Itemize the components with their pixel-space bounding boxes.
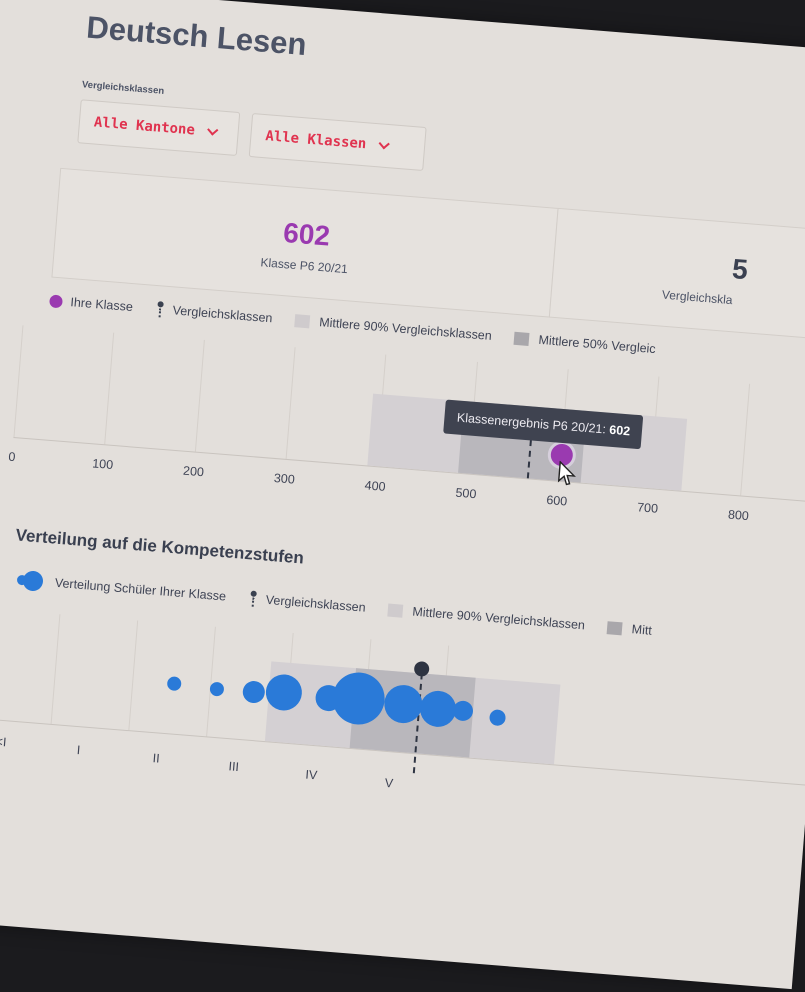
score-tick-label: 700: [636, 500, 659, 516]
legend-mid90-2: Mittlere 90% Vergleichsklassen: [387, 603, 586, 633]
levels-tick-label: I: [76, 743, 81, 758]
legend-mid50-2: Mitt: [606, 620, 652, 638]
legend-students-label: Verteilung Schüler Ihrer Klasse: [54, 575, 227, 604]
score-tick-label: 600: [545, 492, 568, 509]
legend-mid50: Mittlere 50% Vergleic: [513, 331, 656, 356]
legend-compare-2: Vergleichsklassen: [247, 590, 366, 615]
pin-marker-icon: [154, 301, 165, 318]
score-gridline: [195, 339, 206, 452]
score-tick-label: 300: [273, 471, 296, 487]
score-tick-label: 400: [364, 478, 387, 494]
class-select[interactable]: Alle Klassen: [248, 113, 427, 171]
score-tick-label: 0: [7, 449, 16, 465]
class-select-value: Alle Klassen: [264, 128, 367, 153]
legend-compare: Vergleichsklassen: [154, 301, 273, 326]
legend-own-label: Ihre Klasse: [69, 295, 134, 315]
dark-square-icon: [606, 620, 623, 635]
tooltip-value: 602: [608, 422, 631, 439]
legend-mid90: Mittlere 90% Vergleichsklassen: [293, 313, 493, 343]
levels-tick-label: V: [384, 775, 394, 791]
levels-tick-label: II: [152, 751, 161, 766]
levels-tick-label: IV: [304, 767, 318, 783]
tooltip-label: Klassenergebnis P6 20/21:: [456, 410, 607, 437]
chevron-down-icon: [378, 138, 390, 150]
legend-own-class: Ihre Klasse: [49, 293, 133, 314]
score-gridline: [104, 332, 115, 445]
purple-dot-icon: [49, 293, 64, 308]
canton-select[interactable]: Alle Kantone: [77, 99, 241, 156]
score-tick-label: 200: [182, 463, 205, 480]
dark-square-icon: [513, 331, 530, 346]
legend-compare-label: Vergleichsklassen: [172, 303, 273, 326]
compare-score: 5: [731, 253, 750, 286]
legend-compare-label: Vergleichsklassen: [265, 592, 367, 615]
score-gridline: [13, 325, 24, 438]
legend-mid90-label: Mittlere 90% Vergleichsklassen: [318, 315, 493, 343]
light-square-icon: [293, 313, 310, 328]
mouse-cursor-icon: [558, 460, 577, 486]
legend-mid90-label: Mittlere 90% Vergleichsklassen: [411, 604, 586, 633]
page-title: Deutsch Lesen: [85, 9, 308, 63]
levels-gridline: [128, 620, 139, 731]
canton-select-value: Alle Kantone: [93, 114, 196, 139]
levels-tick-label: <I: [0, 734, 7, 750]
levels-gridline: [50, 614, 61, 724]
screen-page: Deutsch Lesen Vergleichsklassen Alle Kan…: [0, 0, 805, 990]
section-title-levels: Verteilung auf die Kompetenzstufen: [14, 525, 305, 568]
blue-dots-icon: [16, 570, 44, 592]
score-tick-label: 800: [727, 507, 750, 524]
filter-label: Vergleichsklassen: [81, 79, 165, 97]
legend-students: Verteilung Schüler Ihrer Klasse: [16, 570, 227, 607]
chevron-down-icon: [207, 124, 219, 136]
legend-mid50-label: Mitt: [631, 622, 653, 638]
legend-mid50-label: Mittlere 50% Vergleic: [538, 332, 657, 357]
levels-chart: <I I II III IV V: [0, 608, 805, 875]
pin-marker-icon: [247, 590, 258, 607]
score-chart: Klassenergebnis P6 20/21: 602 0 100 200 300…: [7, 325, 805, 540]
light-square-icon: [387, 603, 404, 618]
result-card-compare: 5 Vergleichskla: [548, 207, 805, 344]
score-gridline: [285, 347, 296, 459]
compare-score-caption: Vergleichskla: [661, 287, 734, 308]
score-tick-label: 100: [91, 456, 114, 473]
levels-tick-label: III: [228, 759, 240, 775]
score-gridline: [740, 383, 750, 496]
result-card-class: 602 Klasse P6 20/21: [51, 167, 559, 318]
score-tick-label: 500: [455, 485, 477, 502]
